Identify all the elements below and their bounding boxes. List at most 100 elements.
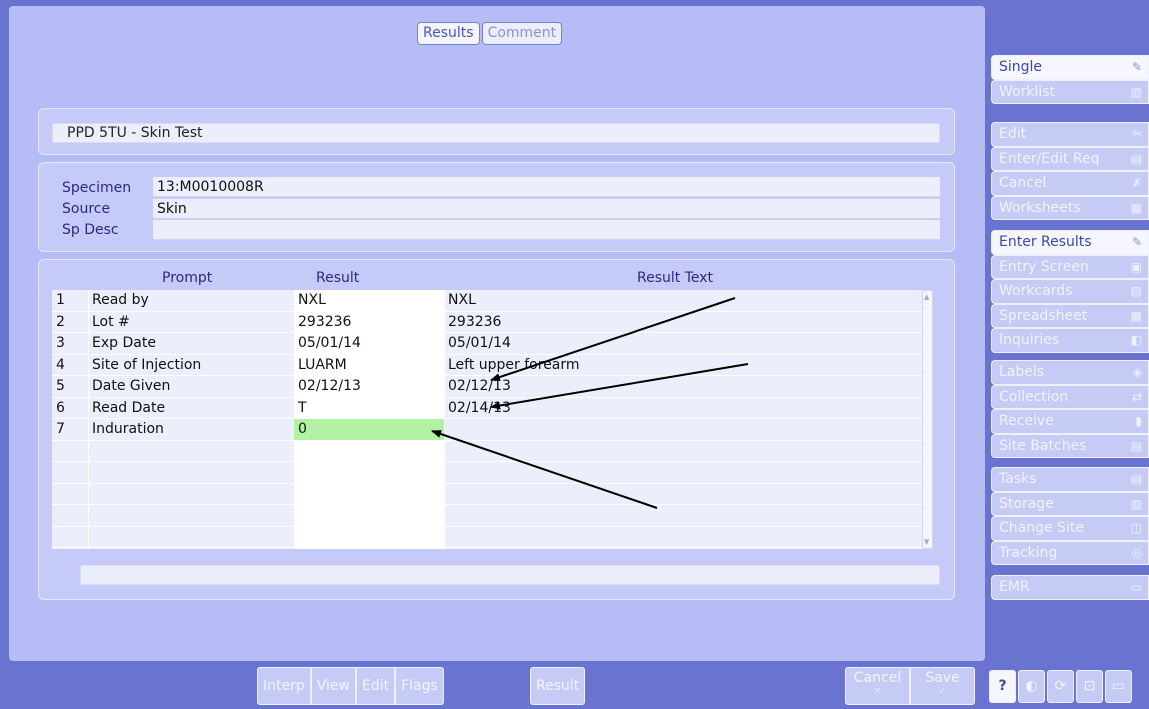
screen-icon[interactable]: ▭	[1105, 670, 1132, 703]
menu-change-site[interactable]: Change Site ◫	[991, 516, 1149, 541]
menu-edit[interactable]: Edit ✂	[991, 122, 1149, 147]
tab-results[interactable]: Results	[417, 22, 480, 45]
menu-spreadsheet[interactable]: Spreadsheet ▦	[991, 303, 1149, 328]
row-result[interactable]: 05/01/14	[298, 335, 361, 351]
menu-worklist[interactable]: Worklist ▥	[991, 79, 1149, 104]
edit-results-icon: ✎	[1131, 235, 1142, 249]
menu-group-mode: Single ✎ Worklist ▥	[991, 55, 1149, 104]
scroll-up-icon[interactable]: ▲	[924, 293, 931, 301]
pencil-icon: ✎	[1131, 60, 1142, 74]
row-prompt: Read Date	[92, 399, 166, 416]
change-site-icon: ◫	[1130, 521, 1142, 535]
scroll-down-icon[interactable]: ▼	[924, 538, 931, 546]
menu-label: Single	[999, 59, 1043, 75]
menu-enter-edit-req[interactable]: Enter/Edit Req ▤	[991, 146, 1149, 171]
menu-label: Edit	[999, 126, 1027, 142]
menu-cancel[interactable]: Cancel ✗	[991, 171, 1149, 196]
collection-icon: ⇄	[1131, 389, 1142, 404]
cancel-button[interactable]: Cancel ✕	[845, 667, 910, 705]
menu-inquiries[interactable]: Inquiries ◧	[991, 328, 1149, 353]
table-row[interactable]: 1 Read by NXL NXL	[52, 290, 922, 312]
menu-worksheets[interactable]: Worksheets ▦	[991, 195, 1149, 220]
row-number: 7	[56, 421, 65, 437]
row-result[interactable]: 02/12/13	[298, 378, 361, 394]
edit-button[interactable]: Edit	[355, 667, 396, 705]
refresh-icon[interactable]: ⟳	[1047, 670, 1074, 703]
row-prompt: Site of Injection	[92, 356, 202, 373]
save-button[interactable]: Save ✓	[910, 667, 975, 705]
row-result[interactable]: T	[298, 400, 307, 416]
globe-icon[interactable]: ◐	[1018, 670, 1045, 703]
menu-group-results: Enter Results ✎ Entry Screen ▣ Workcards ▧ …	[991, 230, 1149, 353]
menu-group-requisition: Edit ✂ Enter/Edit Req ▤ Cancel ✗ Worksheets…	[991, 122, 1149, 220]
tab-comment[interactable]: Comment	[481, 22, 563, 45]
inquiry-icon: ◧	[1130, 333, 1142, 347]
menu-label: Tracking	[999, 544, 1058, 561]
cancel-save-group: Cancel ✕ Save ✓	[845, 667, 975, 705]
specimen-label: Specimen	[62, 180, 132, 196]
menu-group-tracking: Tasks ▤ Storage ▥ Change Site ◫ Tracking ◎	[991, 467, 1149, 565]
menu-enter-results[interactable]: Enter Results ✎	[991, 230, 1149, 255]
worksheet-icon: ▦	[1130, 200, 1142, 215]
table-row[interactable]	[52, 505, 922, 527]
row-result-text: 02/14/13	[448, 399, 511, 416]
flags-button[interactable]: Flags	[395, 667, 444, 705]
menu-label: Storage	[999, 495, 1054, 512]
table-row[interactable]: 4 Site of Injection LUARM Left upper for…	[52, 355, 922, 376]
table-row[interactable]: 5 Date Given 02/12/13 02/12/13	[52, 376, 922, 398]
header-result: Result	[316, 270, 360, 286]
form-icon: ▤	[1130, 151, 1142, 166]
result-button[interactable]: Result	[530, 667, 586, 705]
save-label: Save	[925, 670, 960, 686]
menu-label: Receive	[999, 413, 1054, 429]
sp-desc-value	[153, 220, 940, 240]
menu-labels[interactable]: Labels ◈	[991, 360, 1149, 385]
table-row[interactable]	[52, 484, 922, 505]
lock-icon[interactable]: ⊡	[1076, 670, 1103, 703]
row-prompt: Induration	[92, 421, 164, 437]
menu-receive[interactable]: Receive ▮	[991, 409, 1149, 434]
vertical-scrollbar[interactable]: ▲ ▼	[922, 290, 933, 549]
menu-workcards[interactable]: Workcards ▧	[991, 279, 1149, 304]
test-name: PPD 5TU - Skin Test	[52, 123, 940, 143]
row-number: 2	[56, 313, 65, 330]
interp-button[interactable]: Interp	[257, 667, 311, 705]
row-result[interactable]: 293236	[298, 314, 351, 330]
menu-emr[interactable]: EMR ▭	[991, 575, 1149, 600]
row-number: 4	[56, 356, 65, 373]
table-row[interactable]	[52, 462, 922, 484]
menu-collection[interactable]: Collection ⇄	[991, 384, 1149, 409]
row-result-text: 05/01/14	[448, 335, 511, 351]
row-result[interactable]: NXL	[298, 292, 326, 308]
table-row[interactable]: 7 Induration 0	[52, 419, 922, 441]
result-button-group: Result	[530, 667, 586, 705]
save-check-icon: ✓	[938, 686, 947, 697]
sp-desc-label: Sp Desc	[62, 222, 119, 238]
menu-label: EMR	[999, 579, 1030, 595]
row-result[interactable]: LUARM	[298, 357, 347, 373]
entry-icon: ▣	[1130, 259, 1142, 274]
source-value: Skin	[153, 199, 940, 219]
menu-tracking[interactable]: Tracking ◎	[991, 540, 1149, 565]
menu-label: Entry Screen	[999, 258, 1089, 275]
menu-group-specimens: Labels ◈ Collection ⇄ Receive ▮ Site Batche…	[991, 360, 1149, 458]
header-prompt: Prompt	[162, 270, 213, 286]
menu-storage[interactable]: Storage ▥	[991, 491, 1149, 516]
table-row[interactable]: 3 Exp Date 05/01/14 05/01/14	[52, 333, 922, 355]
menu-single[interactable]: Single ✎	[991, 55, 1149, 80]
help-icon[interactable]: ?	[989, 670, 1016, 703]
result-actions-group: Interp View Edit Flags	[257, 667, 444, 705]
row-result-text: 293236	[448, 313, 502, 330]
table-row[interactable]: 2 Lot # 293236 293236	[52, 312, 922, 333]
row-result[interactable]: 0	[298, 421, 307, 437]
menu-tasks[interactable]: Tasks ▤	[991, 467, 1149, 492]
menu-label: Labels	[999, 364, 1045, 380]
table-row[interactable]: 6 Read Date T 02/14/13	[52, 398, 922, 419]
table-row[interactable]	[52, 441, 922, 462]
menu-label: Workcards	[999, 283, 1073, 299]
menu-label: Enter Results	[999, 234, 1092, 250]
menu-site-batches[interactable]: Site Batches ▤	[991, 433, 1149, 458]
menu-entry-screen[interactable]: Entry Screen ▣	[991, 254, 1149, 279]
table-row[interactable]	[52, 527, 922, 548]
view-button[interactable]: View	[310, 667, 356, 705]
